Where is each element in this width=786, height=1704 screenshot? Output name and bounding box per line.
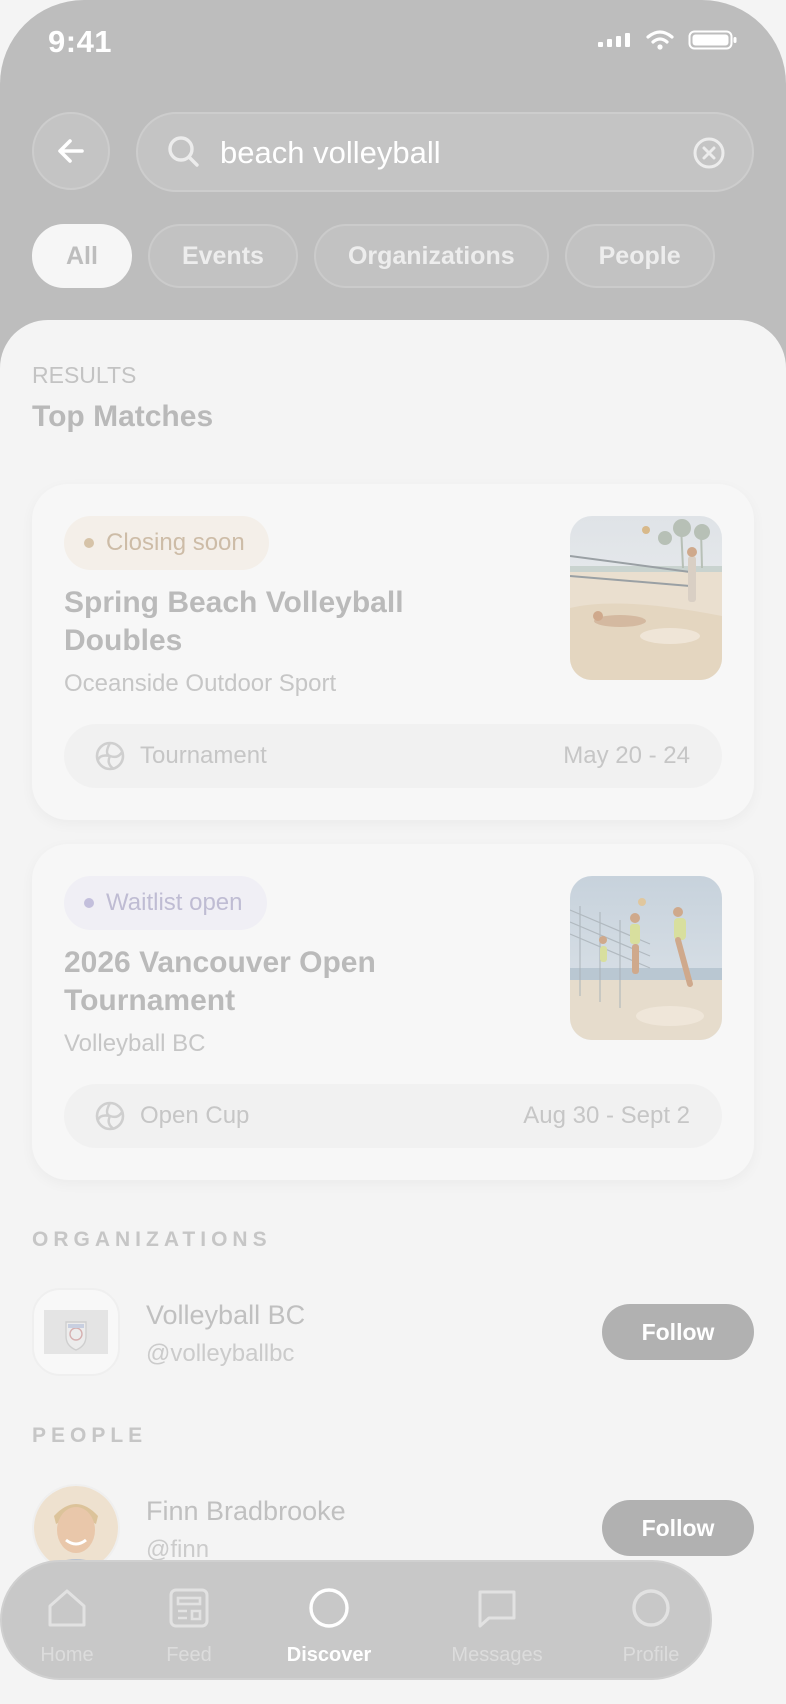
status-badge: Closing soon xyxy=(64,516,269,570)
status-badge-label: Closing soon xyxy=(106,529,245,556)
volleyball-icon xyxy=(95,1101,125,1131)
newspaper-icon xyxy=(169,1588,209,1628)
filter-chip-all[interactable]: All xyxy=(32,224,132,288)
results-title: Top Matches xyxy=(32,400,214,433)
tab-label: Feed xyxy=(166,1644,212,1666)
event-type: Open Cup xyxy=(140,1102,250,1129)
event-card[interactable]: Waitlist open 2026 Vancouver Open Tourna… xyxy=(32,844,754,1180)
filter-chip-events[interactable]: Events xyxy=(147,224,298,288)
event-organizer: Oceanside Outdoor Sport xyxy=(64,670,337,697)
tab-feed[interactable]: Feed xyxy=(124,1582,254,1667)
phone-screen: 9:41 beach volleyball All Events Organiz… xyxy=(0,0,786,1704)
chat-icon xyxy=(478,1590,516,1628)
event-meta: Open Cup Aug 30 - Sept 2 xyxy=(64,1084,722,1148)
event-dates: May 20 - 24 xyxy=(563,742,690,769)
tab-profile[interactable]: Profile xyxy=(586,1582,716,1667)
discover-icon xyxy=(309,1588,349,1628)
tab-label: Home xyxy=(40,1644,94,1666)
event-dates: Aug 30 - Sept 2 xyxy=(523,1102,690,1129)
filter-chips: All Events Organizations People xyxy=(32,224,715,288)
tab-messages[interactable]: Messages xyxy=(432,1582,562,1667)
status-time: 9:41 xyxy=(48,24,113,59)
signal-icon xyxy=(598,33,630,47)
tab-home[interactable]: Home xyxy=(2,1582,132,1667)
event-card[interactable]: Closing soon Spring Beach Volleyball Dou… xyxy=(32,484,754,820)
filter-chip-organizations[interactable]: Organizations xyxy=(313,224,549,288)
tab-discover[interactable]: Discover xyxy=(264,1582,394,1667)
event-organizer: Volleyball BC xyxy=(64,1030,206,1057)
search-input[interactable] xyxy=(218,128,662,178)
organization-name: Volleyball BC xyxy=(146,1300,306,1330)
event-type: Tournament xyxy=(140,742,267,769)
person-name: Finn Bradbrooke xyxy=(146,1496,346,1526)
avatar xyxy=(32,1484,120,1572)
status-dot xyxy=(84,898,94,908)
follow-button[interactable]: Follow xyxy=(602,1304,754,1360)
status-icons xyxy=(598,30,738,50)
arrow-left-icon xyxy=(58,139,84,163)
search-bar[interactable] xyxy=(136,112,754,192)
organizations-section-label: ORGANIZATIONS xyxy=(32,1228,272,1251)
organization-handle: @volleyballbc xyxy=(146,1340,295,1367)
results-sheet: RESULTS Top Matches Closing soon Spring … xyxy=(0,320,786,1704)
tab-label: Messages xyxy=(451,1644,543,1666)
organization-logo xyxy=(32,1288,120,1376)
back-button[interactable] xyxy=(32,112,110,190)
status-badge: Waitlist open xyxy=(64,876,267,930)
battery-icon xyxy=(688,30,737,50)
status-dot xyxy=(84,538,94,548)
home-icon xyxy=(48,1589,86,1627)
tab-bar: Home Feed Discover Messages Profile xyxy=(0,1560,712,1680)
event-title: 2026 Vancouver Open Tournament xyxy=(64,946,376,1017)
search-icon xyxy=(168,136,199,167)
filter-chip-people[interactable]: People xyxy=(564,224,715,288)
follow-button[interactable]: Follow xyxy=(602,1500,754,1556)
event-title: Spring Beach Volleyball Doubles xyxy=(64,586,404,657)
clear-search-icon[interactable] xyxy=(692,136,726,170)
status-badge-label: Waitlist open xyxy=(106,889,243,916)
tab-label: Profile xyxy=(622,1644,680,1666)
people-section-label: PEOPLE xyxy=(32,1424,148,1447)
volleyball-icon xyxy=(95,741,125,771)
results-label: RESULTS xyxy=(32,362,137,388)
event-meta: Tournament May 20 - 24 xyxy=(64,724,722,788)
tab-label: Discover xyxy=(286,1644,372,1666)
wifi-icon xyxy=(646,30,674,50)
event-image xyxy=(570,516,722,680)
profile-icon xyxy=(632,1589,670,1627)
event-image xyxy=(570,876,722,1040)
